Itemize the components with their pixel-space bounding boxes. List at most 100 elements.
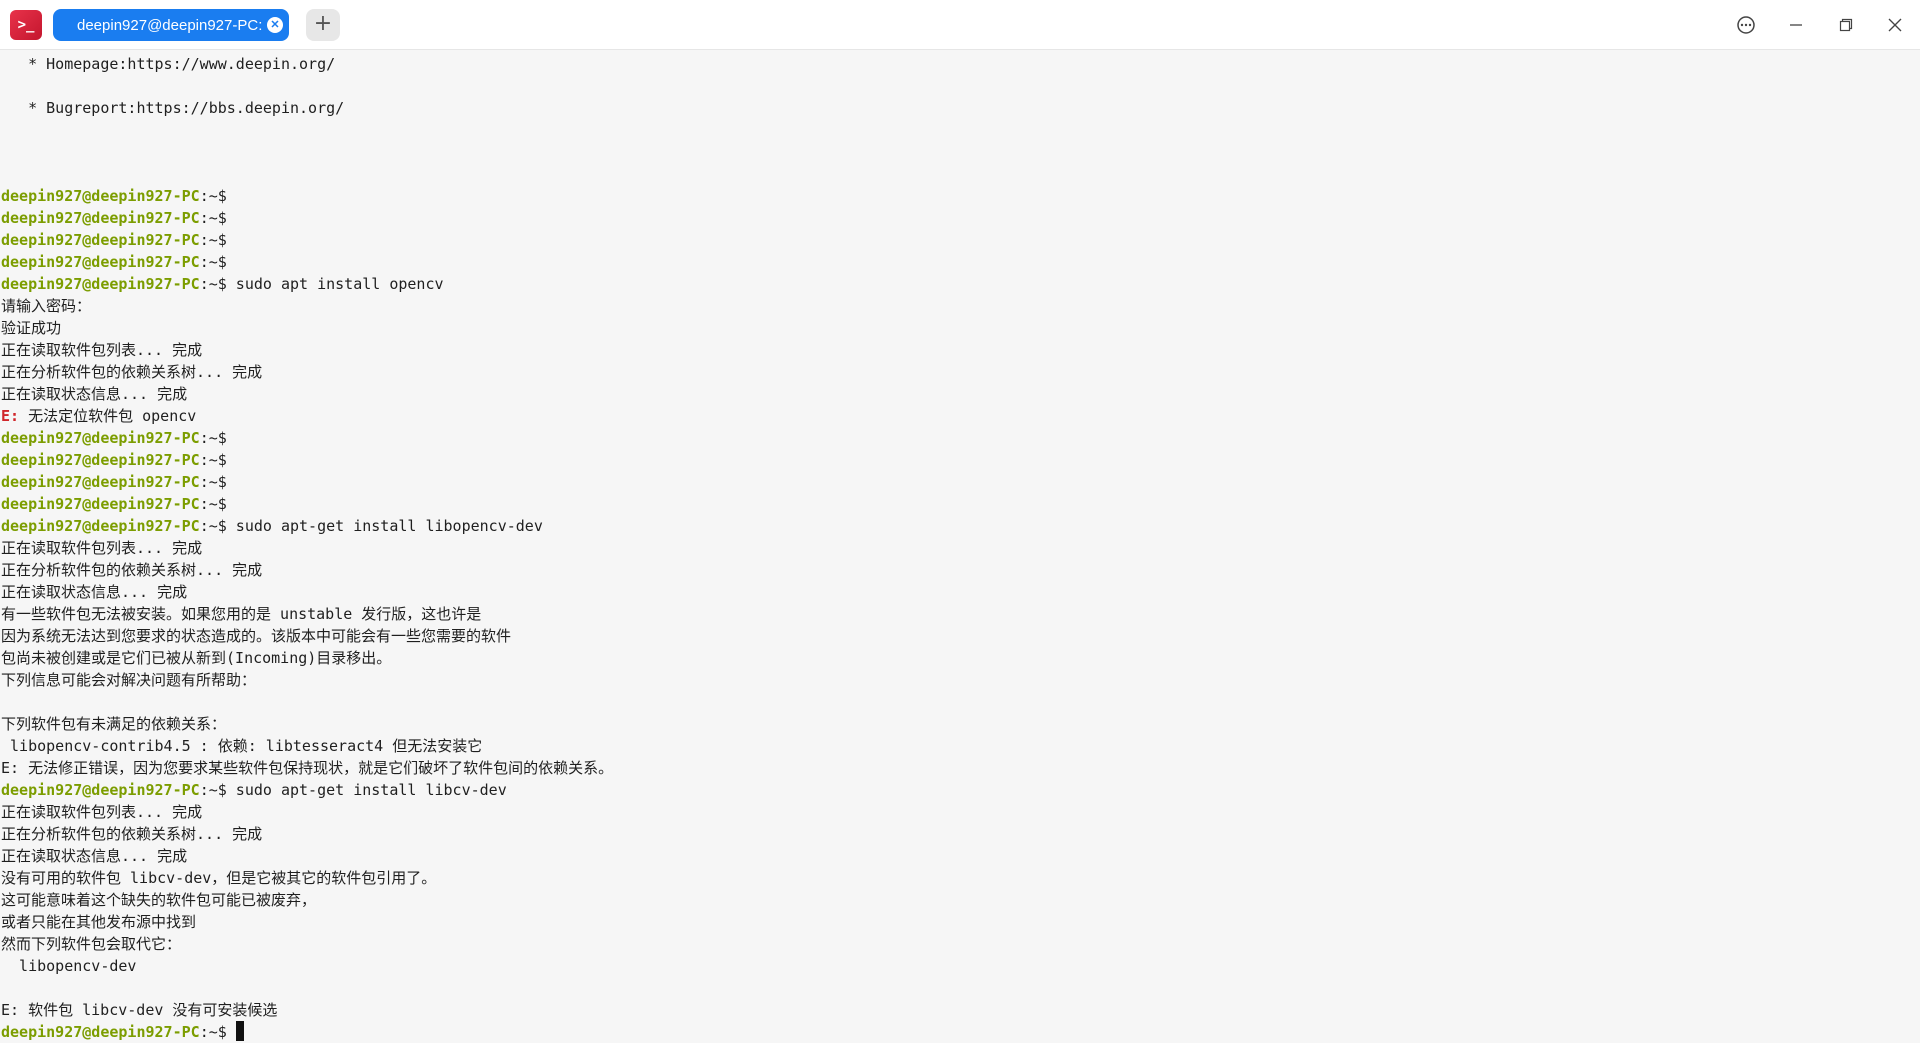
line-text: 没有可用的软件包 libcv-dev，但是它被其它的软件包引用了。 (1, 869, 437, 887)
output-line: * Homepage:https://www.deepin.org/ (1, 53, 335, 75)
terminal-cursor (235, 1021, 244, 1041)
error-line: E: 无法定位软件包 opencv (1, 405, 196, 427)
more-options-icon[interactable] (1731, 10, 1761, 40)
prompt-suffix: :~$ (199, 495, 227, 513)
line-text: 下列软件包有未满足的依赖关系： (1, 715, 227, 733)
output-line: 正在读取状态信息... 完成 (1, 581, 187, 603)
title-bar: >_ deepin927@deepin927-PC: ~ ✕ + (0, 0, 1920, 50)
prompt-user: deepin927@deepin927-PC (1, 209, 200, 227)
line-text: 无法定位软件包 opencv (19, 407, 197, 425)
output-line: 没有可用的软件包 libcv-dev，但是它被其它的软件包引用了。 (1, 867, 436, 889)
line-text: libopencv-dev (1, 957, 137, 975)
output-line: 下列软件包有未满足的依赖关系： (1, 713, 226, 735)
line-text: 请输入密码： (1, 297, 92, 315)
tab-close-icon[interactable]: ✕ (267, 17, 283, 33)
prompt-suffix: :~$ (199, 1023, 227, 1041)
prompt-line: deepin927@deepin927-PC:~$ (1, 185, 227, 207)
output-line: 正在分析软件包的依赖关系树... 完成 (1, 559, 262, 581)
prompt-suffix: :~$ (199, 473, 227, 491)
line-text: 验证成功 (1, 319, 62, 337)
prompt-user: deepin927@deepin927-PC (1, 451, 200, 469)
prompt-suffix: :~$ (199, 253, 227, 271)
prompt-user: deepin927@deepin927-PC (1, 429, 200, 447)
output-line: 或者只能在其他发布源中找到 (1, 911, 196, 933)
new-tab-button[interactable]: + (306, 9, 340, 41)
line-text: E: 无法修正错误，因为您要求某些软件包保持现状，就是它们破坏了软件包间的依赖关… (1, 759, 614, 777)
output-line: 下列信息可能会对解决问题有所帮助： (1, 669, 256, 691)
line-text: 或者只能在其他发布源中找到 (1, 913, 197, 931)
prompt-suffix: :~$ (199, 231, 227, 249)
prompt-line: deepin927@deepin927-PC:~$ (1, 229, 227, 251)
prompt-suffix: :~$ (199, 209, 227, 227)
prompt-user: deepin927@deepin927-PC (1, 781, 200, 799)
prompt-line: deepin927@deepin927-PC:~$ sudo apt-get i… (1, 515, 543, 537)
line-text: sudo apt-get install libcv-dev (226, 781, 507, 799)
prompt-suffix: :~$ (199, 451, 227, 469)
prompt-user: deepin927@deepin927-PC (1, 275, 200, 293)
output-line: 包尚未被创建或是它们已被从新到(Incoming)目录移出。 (1, 647, 391, 669)
line-text: 正在分析软件包的依赖关系树... 完成 (1, 825, 263, 843)
prompt-line: deepin927@deepin927-PC:~$ sudo apt insta… (1, 273, 444, 295)
line-text: 正在读取软件包列表... 完成 (1, 539, 203, 557)
prompt-suffix: :~$ (199, 187, 227, 205)
output-line: 因为系统无法达到您要求的状态造成的。该版本中可能会有一些您需要的软件 (1, 625, 511, 647)
line-text: * Homepage:https://www.deepin.org/ (1, 55, 336, 73)
output-line: 有一些软件包无法被安装。如果您用的是 unstable 发行版，这也许是 (1, 603, 481, 625)
prompt-user: deepin927@deepin927-PC (1, 473, 200, 491)
prompt-line: deepin927@deepin927-PC:~$ (1, 493, 227, 515)
output-line: libopencv-dev (1, 955, 136, 977)
prompt-line: deepin927@deepin927-PC:~$ (1, 1021, 244, 1043)
line-text: 因为系统无法达到您要求的状态造成的。该版本中可能会有一些您需要的软件 (1, 627, 512, 645)
output-line: 正在读取软件包列表... 完成 (1, 801, 202, 823)
line-text: 这可能意味着这个缺失的软件包可能已被废弃， (1, 891, 317, 909)
tab-terminal-session[interactable]: deepin927@deepin927-PC: ~ ✕ (53, 9, 289, 41)
prompt-suffix: :~$ (199, 275, 227, 293)
line-text: 正在读取软件包列表... 完成 (1, 803, 203, 821)
tab-title: deepin927@deepin927-PC: ~ (77, 16, 276, 34)
prompt-line: deepin927@deepin927-PC:~$ (1, 251, 227, 273)
prompt-user: deepin927@deepin927-PC (1, 231, 200, 249)
line-text: sudo apt-get install libopencv-dev (226, 517, 543, 535)
minimize-icon[interactable] (1781, 10, 1811, 40)
line-text: sudo apt install opencv (226, 275, 444, 293)
prompt-user: deepin927@deepin927-PC (1, 253, 200, 271)
prompt-suffix: :~$ (199, 781, 227, 799)
error-prefix: E: (1, 407, 20, 425)
output-line: 正在读取状态信息... 完成 (1, 845, 187, 867)
line-text: 正在读取状态信息... 完成 (1, 847, 188, 865)
line-text: 有一些软件包无法被安装。如果您用的是 unstable 发行版，这也许是 (1, 605, 482, 623)
prompt-user: deepin927@deepin927-PC (1, 495, 200, 513)
line-text: * Bugreport:https://bbs.deepin.org/ (1, 99, 345, 117)
output-line: 请输入密码： (1, 295, 91, 317)
prompt-suffix: :~$ (199, 429, 227, 447)
line-text: 正在读取状态信息... 完成 (1, 583, 188, 601)
close-icon[interactable] (1880, 10, 1910, 40)
line-text: 下列信息可能会对解决问题有所帮助： (1, 671, 257, 689)
output-line: E: 无法修正错误，因为您要求某些软件包保持现状，就是它们破坏了软件包间的依赖关… (1, 757, 613, 779)
line-text: E: 软件包 libcv-dev 没有可安装候选 (1, 1001, 278, 1019)
output-line: * Bugreport:https://bbs.deepin.org/ (1, 97, 344, 119)
line-text: libopencv-contrib4.5 : 依赖: libtesseract4… (1, 737, 483, 755)
prompt-user: deepin927@deepin927-PC (1, 1023, 200, 1041)
prompt-line: deepin927@deepin927-PC:~$ (1, 427, 227, 449)
output-line: libopencv-contrib4.5 : 依赖: libtesseract4… (1, 735, 482, 757)
line-text: 正在读取软件包列表... 完成 (1, 341, 203, 359)
output-line: 这可能意味着这个缺失的软件包可能已被废弃， (1, 889, 316, 911)
prompt-line: deepin927@deepin927-PC:~$ (1, 449, 227, 471)
prompt-line: deepin927@deepin927-PC:~$ sudo apt-get i… (1, 779, 507, 801)
output-line: 正在读取软件包列表... 完成 (1, 537, 202, 559)
output-line: E: 软件包 libcv-dev 没有可安装候选 (1, 999, 277, 1021)
line-text: 正在分析软件包的依赖关系树... 完成 (1, 363, 263, 381)
output-line: 验证成功 (1, 317, 61, 339)
prompt-line: deepin927@deepin927-PC:~$ (1, 471, 227, 493)
terminal-app-icon[interactable]: >_ (10, 10, 42, 40)
line-text: 包尚未被创建或是它们已被从新到(Incoming)目录移出。 (1, 649, 392, 667)
line-text: 然而下列软件包会取代它： (1, 935, 182, 953)
output-line: 然而下列软件包会取代它： (1, 933, 181, 955)
output-line: 正在分析软件包的依赖关系树... 完成 (1, 823, 262, 845)
terminal-output[interactable]: * Homepage:https://www.deepin.org/ * Bug… (0, 50, 1920, 1041)
restore-icon[interactable] (1831, 10, 1861, 40)
prompt-user: deepin927@deepin927-PC (1, 187, 200, 205)
output-line: 正在读取状态信息... 完成 (1, 383, 187, 405)
output-line: 正在读取软件包列表... 完成 (1, 339, 202, 361)
